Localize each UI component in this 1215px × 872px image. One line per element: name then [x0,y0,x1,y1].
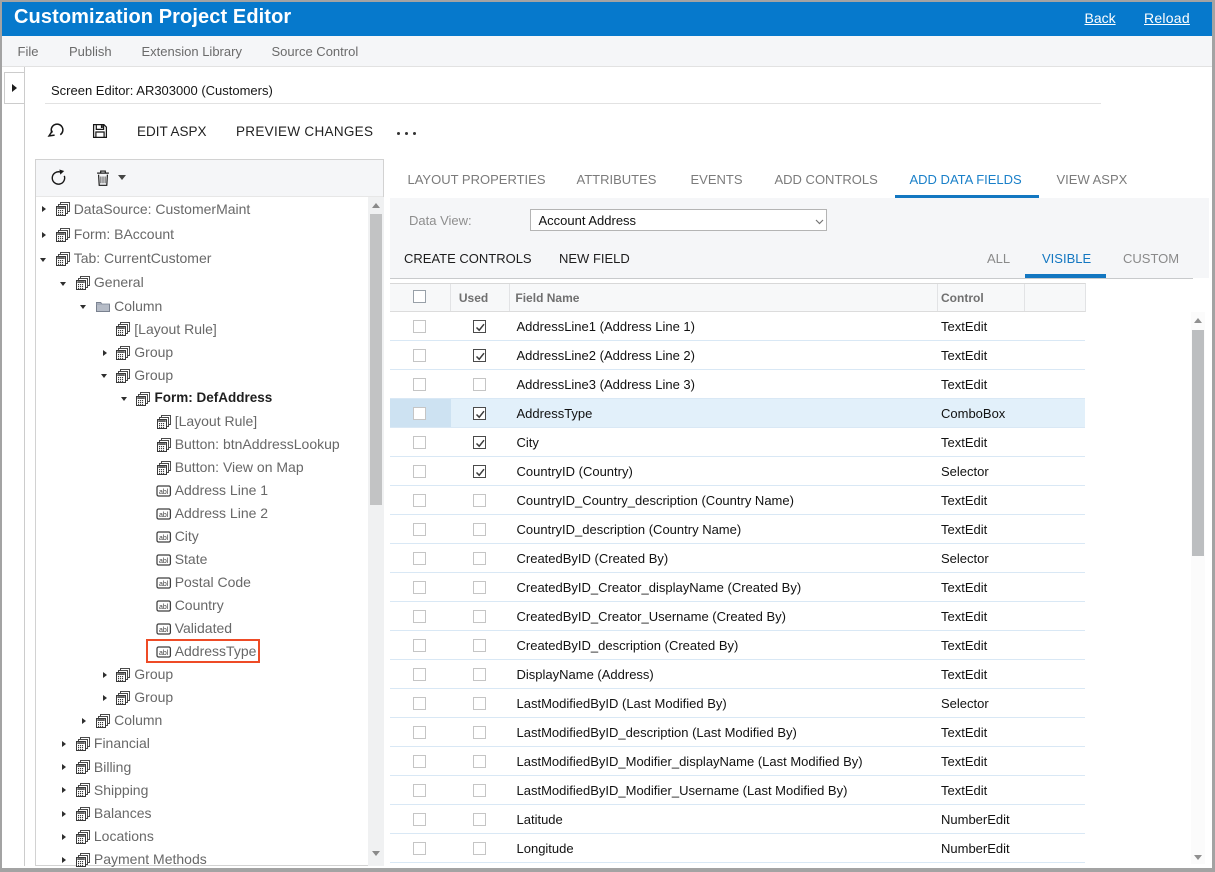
svg-text:abl: abl [159,604,169,611]
svg-text:abl: abl [159,489,169,496]
svg-text:abl: abl [159,581,169,588]
svg-text:abl: abl [159,558,169,565]
svg-text:abl: abl [159,627,169,634]
svg-text:abl: abl [159,535,169,542]
svg-text:abl: abl [159,512,169,519]
